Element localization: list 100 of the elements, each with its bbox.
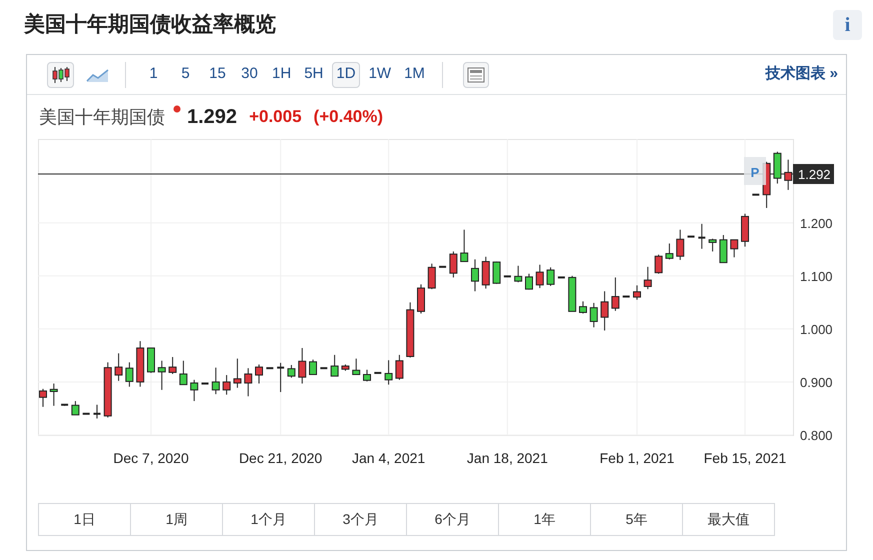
candlestick — [309, 359, 317, 376]
interval-tab[interactable]: 1D — [332, 62, 360, 88]
candlestick — [406, 302, 414, 358]
candlestick — [471, 258, 479, 292]
interval-tab[interactable]: 5H — [300, 62, 328, 88]
candlestick — [492, 261, 501, 284]
candlestick — [504, 275, 511, 278]
candlestick — [676, 229, 684, 260]
interval-tab[interactable]: 1 — [140, 62, 167, 88]
candlestick — [277, 362, 284, 393]
candlestick — [428, 263, 436, 290]
candlestick — [39, 388, 47, 408]
candlestick — [125, 362, 134, 388]
candlestick — [202, 382, 208, 385]
x-axis-label: Dec 21, 2020 — [238, 450, 322, 466]
candlestick — [320, 367, 328, 370]
candlestick — [536, 264, 544, 289]
candlestick — [590, 302, 598, 328]
candlestick — [773, 151, 782, 184]
interval-tab[interactable]: 30 — [236, 62, 263, 88]
candlestick — [719, 234, 728, 264]
chart-type-button[interactable] — [47, 62, 74, 88]
y-axis-label: 0.900 — [800, 374, 833, 390]
candlestick — [708, 238, 717, 252]
candlestick — [395, 354, 404, 380]
candlestick — [61, 404, 68, 406]
candlestick — [784, 159, 792, 190]
candlestick — [341, 364, 350, 372]
candlestick-chart-icon — [50, 66, 70, 84]
candlestick — [384, 360, 393, 386]
candlestick — [104, 362, 112, 418]
interval-tab[interactable]: 1H — [268, 62, 296, 88]
candlestick — [94, 404, 100, 420]
price-value: 1.292 — [187, 105, 238, 130]
y-axis-label: 0.800 — [800, 428, 833, 443]
interval-tab[interactable]: 1W — [364, 62, 396, 88]
page-title: 美国十年期国债收益率概览 — [24, 12, 276, 38]
y-axis-label: 1.100 — [800, 268, 833, 284]
ref-line-label: 1.292 — [798, 167, 831, 182]
candlestick — [688, 236, 694, 238]
info-button[interactable]: i — [833, 10, 862, 40]
candlestick — [600, 290, 609, 331]
candlestick — [330, 354, 339, 377]
candlestick — [579, 300, 587, 314]
candlestick — [212, 367, 220, 395]
candlestick — [266, 367, 274, 370]
candlestick — [190, 379, 198, 402]
candlestick — [136, 340, 144, 388]
candlestick — [244, 368, 252, 397]
interval-tab[interactable]: 5 — [172, 62, 199, 88]
candlestick — [158, 360, 166, 390]
candlestick — [730, 239, 738, 258]
candlestick — [482, 256, 490, 290]
candlestick — [352, 358, 360, 376]
candlestick — [233, 358, 242, 388]
candlestick — [417, 284, 425, 314]
candlestick — [633, 284, 641, 300]
candlestick — [546, 266, 555, 286]
x-axis-label: Jan 4, 2021 — [352, 450, 426, 466]
candlestick — [460, 229, 468, 262]
layout-toggle-button[interactable] — [462, 62, 489, 88]
candlestick — [654, 254, 663, 274]
area-chart-icon — [86, 66, 110, 82]
interval-tab[interactable]: 15 — [204, 62, 231, 88]
candlestick — [374, 372, 382, 374]
x-axis-label: Dec 7, 2020 — [113, 450, 189, 466]
candlestick — [665, 243, 674, 260]
x-axis-label: Jan 18, 2021 — [466, 450, 548, 466]
price-change: +0.005 — [249, 106, 302, 128]
candlestick — [50, 383, 58, 406]
interval-tab[interactable]: 1M — [400, 62, 429, 88]
y-axis-label: 1.000 — [800, 322, 833, 337]
candlestick — [698, 223, 706, 250]
candlestick — [752, 194, 760, 196]
candlestick — [147, 348, 155, 374]
document-icon — [466, 66, 485, 82]
candlestick — [114, 352, 123, 382]
candlestick — [179, 360, 188, 386]
candlestick — [568, 275, 576, 312]
candlestick — [449, 250, 458, 278]
candlestick — [741, 213, 749, 248]
candlestick — [287, 364, 296, 378]
live-indicator-icon — [173, 105, 181, 113]
candlestick — [439, 266, 446, 268]
candlestick — [71, 400, 80, 416]
technical-chart-link[interactable]: 技术图表 » — [765, 63, 838, 86]
candlestick — [644, 266, 652, 290]
candlestick — [255, 364, 263, 384]
candlestick — [168, 356, 177, 374]
candlestick — [363, 369, 371, 382]
percent-change: (+0.40%) — [314, 106, 383, 128]
candlestick — [558, 276, 565, 278]
candlestick — [525, 273, 533, 290]
candlestick — [298, 348, 306, 384]
candlestick — [82, 412, 90, 415]
price-marker: P — [744, 157, 766, 185]
current-price-tag: 1.292 — [793, 164, 834, 184]
x-axis-label: Feb 1, 2021 — [600, 450, 674, 466]
candlestick — [222, 374, 231, 396]
x-axis-label: Feb 15, 2021 — [704, 450, 786, 466]
